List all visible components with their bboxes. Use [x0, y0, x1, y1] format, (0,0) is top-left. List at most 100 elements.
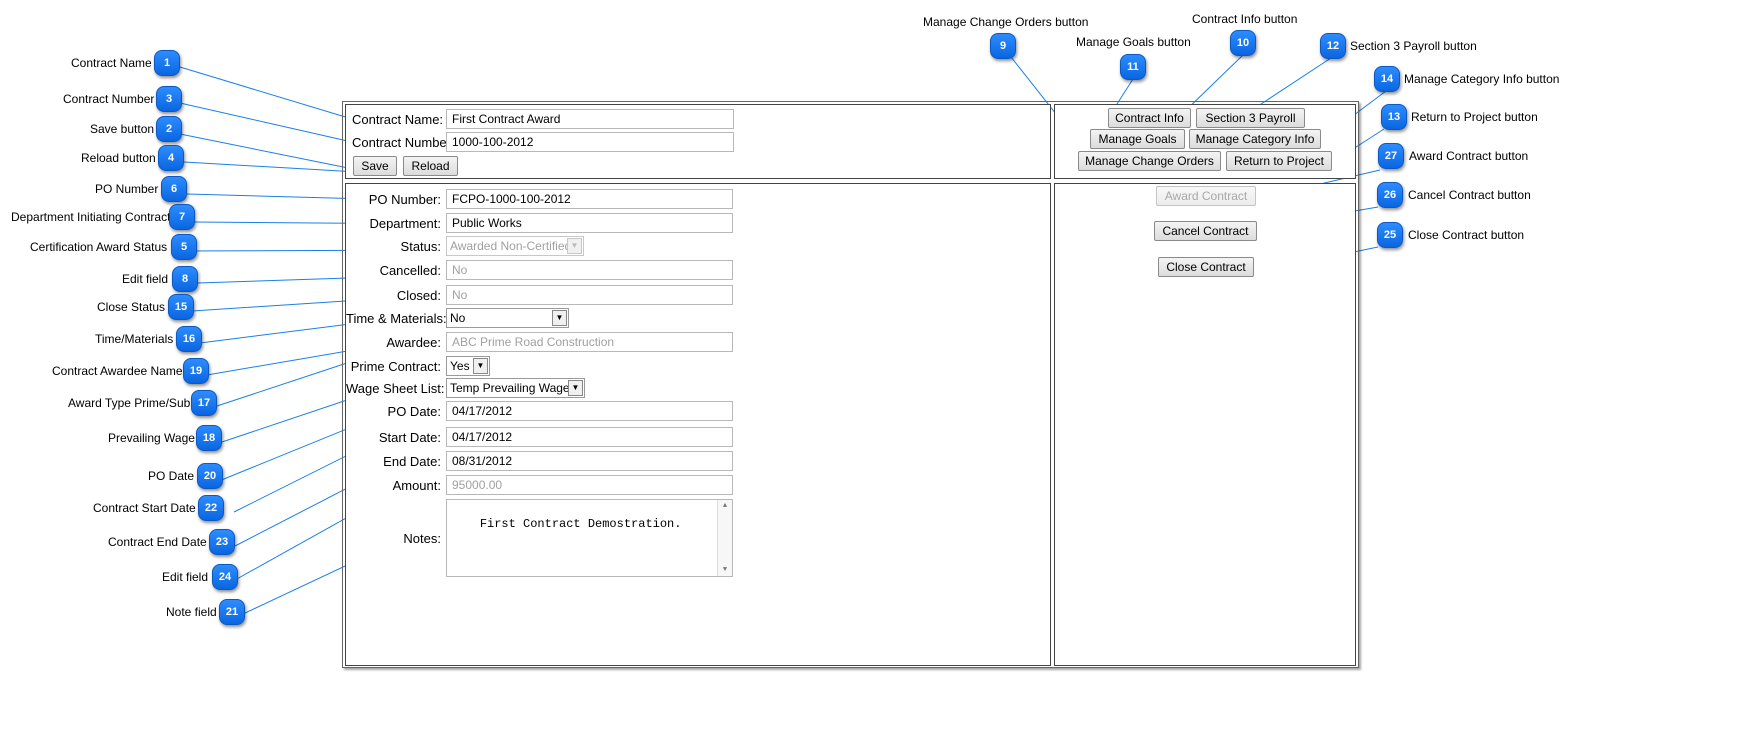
amount-field: 95000.00: [446, 475, 733, 495]
annotation-badge-15: 15: [168, 294, 194, 320]
amount-label: Amount:: [392, 478, 441, 493]
annotation-badge-1: 1: [154, 50, 180, 76]
scroll-down-icon[interactable]: ▼: [718, 566, 732, 574]
annotation-badge-25: 25: [1377, 222, 1403, 248]
manage-change-orders-button[interactable]: Manage Change Orders: [1078, 151, 1221, 171]
contract-actions-panel: Award Contract Cancel Contract Close Con…: [1054, 183, 1356, 666]
annotation-badge-11: 11: [1120, 54, 1146, 80]
annotation-label-start-date: Contract Start Date: [93, 501, 196, 515]
annotation-label-prevailing-wage: Prevailing Wage: [108, 431, 195, 445]
annotation-label-cert-status: Certification Award Status: [30, 240, 168, 254]
annotation-label-contract-info: Contract Info button: [1192, 12, 1298, 26]
contract-header-panel: Contract Name: First Contract Award Cont…: [345, 104, 1051, 179]
annotation-label-po-number: PO Number: [95, 182, 159, 196]
annotation-badge-27: 27: [1378, 143, 1404, 169]
po-number-field[interactable]: FCPO-1000-100-2012: [446, 189, 733, 209]
wage-sheet-label: Wage Sheet List:: [346, 381, 445, 396]
annotation-badge-23: 23: [209, 529, 235, 555]
annotation-label-manage-goals: Manage Goals button: [1076, 35, 1191, 49]
chevron-down-icon: ▼: [567, 238, 582, 254]
return-to-project-button[interactable]: Return to Project: [1226, 151, 1332, 171]
save-button[interactable]: Save: [353, 156, 397, 176]
close-contract-button[interactable]: Close Contract: [1158, 257, 1254, 277]
notes-textarea[interactable]: First Contract Demostration. ▲ ▼: [446, 499, 733, 577]
annotation-badge-3: 3: [156, 86, 182, 112]
annotation-badge-21: 21: [219, 599, 245, 625]
annotation-label-time-materials: Time/Materials: [95, 332, 174, 346]
wage-sheet-select-value: Temp Prevailing Wage: [450, 381, 570, 395]
annotation-badge-7: 7: [169, 204, 195, 230]
notes-scrollbar[interactable]: ▲ ▼: [717, 500, 732, 576]
time-materials-label: Time & Materials:: [346, 311, 447, 326]
closed-label: Closed:: [396, 288, 441, 303]
annotation-badge-19: 19: [183, 358, 209, 384]
scroll-up-icon[interactable]: ▲: [718, 502, 732, 510]
annotation-label-reload-button: Reload button: [81, 151, 156, 165]
annotation-badge-2: 2: [156, 116, 182, 142]
start-date-field[interactable]: 04/17/2012: [446, 427, 733, 447]
award-contract-button: Award Contract: [1156, 186, 1256, 206]
end-date-field[interactable]: 08/31/2012: [446, 451, 733, 471]
status-select-value: Awarded Non-Certified: [450, 239, 572, 253]
chevron-down-icon[interactable]: ▼: [552, 310, 567, 326]
section3-payroll-button[interactable]: Section 3 Payroll: [1196, 108, 1305, 128]
annotation-badge-26: 26: [1377, 182, 1403, 208]
time-materials-select[interactable]: No ▼: [446, 308, 569, 328]
contract-details-panel: PO Number: FCPO-1000-100-2012 Department…: [345, 183, 1051, 666]
annotation-label-awardee-name: Contract Awardee Name: [52, 364, 183, 378]
annotation-label-close-status: Close Status: [97, 300, 166, 314]
annotation-label-edit-field-8: Edit field: [122, 272, 169, 286]
contract-number-field[interactable]: 1000-100-2012: [446, 132, 734, 152]
contract-name-field[interactable]: First Contract Award: [446, 109, 734, 129]
annotation-label-return-project: Return to Project button: [1411, 110, 1538, 124]
annotation-badge-17: 17: [191, 390, 217, 416]
reload-button[interactable]: Reload: [403, 156, 458, 176]
po-number-label: PO Number:: [368, 192, 441, 207]
annotation-label-end-date: Contract End Date: [108, 535, 207, 549]
annotation-label-note-field: Note field: [166, 605, 217, 619]
cancelled-field: No: [446, 260, 733, 280]
contract-name-label: Contract Name:: [352, 112, 444, 127]
prime-contract-label: Prime Contract:: [350, 359, 441, 374]
manage-goals-button[interactable]: Manage Goals: [1090, 129, 1185, 149]
department-label: Department:: [369, 216, 441, 231]
annotation-badge-12: 12: [1320, 33, 1346, 59]
annotation-label-contract-name: Contract Name: [71, 56, 152, 70]
annotation-label-cancel-contract: Cancel Contract button: [1408, 188, 1531, 202]
start-date-label: Start Date:: [378, 430, 441, 445]
manage-category-info-button[interactable]: Manage Category Info: [1189, 129, 1321, 149]
notes-label: Notes:: [403, 531, 441, 546]
cancel-contract-button[interactable]: Cancel Contract: [1154, 221, 1257, 241]
department-field[interactable]: Public Works: [446, 213, 733, 233]
prime-contract-select[interactable]: Yes ▼: [446, 356, 490, 376]
wage-sheet-select[interactable]: Temp Prevailing Wage ▼: [446, 378, 585, 398]
annotation-badge-4: 4: [158, 145, 184, 171]
po-date-field[interactable]: 04/17/2012: [446, 401, 733, 421]
annotation-label-edit-field-24: Edit field: [162, 570, 209, 584]
annotation-badge-8: 8: [172, 266, 198, 292]
contract-info-button[interactable]: Contract Info: [1108, 108, 1191, 128]
end-date-label: End Date:: [383, 454, 441, 469]
annotation-label-save-button: Save button: [90, 122, 155, 136]
annotation-badge-16: 16: [176, 326, 202, 352]
annotation-badge-5: 5: [171, 234, 197, 260]
awardee-field: ABC Prime Road Construction: [446, 332, 733, 352]
closed-field: No: [446, 285, 733, 305]
po-date-label: PO Date:: [387, 404, 441, 419]
notes-text: First Contract Demostration.: [479, 517, 682, 531]
annotation-label-award-type: Award Type Prime/Sub: [68, 396, 191, 410]
chevron-down-icon[interactable]: ▼: [568, 380, 583, 396]
annotation-badge-18: 18: [196, 425, 222, 451]
annotation-label-section3: Section 3 Payroll button: [1350, 39, 1477, 53]
annotation-label-award-contract: Award Contract button: [1409, 149, 1529, 163]
annotation-badge-10: 10: [1230, 30, 1256, 56]
status-label: Status:: [400, 239, 441, 254]
annotation-badge-6: 6: [161, 176, 187, 202]
annotation-label-po-date: PO Date: [148, 469, 195, 483]
annotation-badge-24: 24: [212, 564, 238, 590]
time-materials-select-value: No: [450, 311, 466, 325]
annotation-badge-14: 14: [1374, 66, 1400, 92]
chevron-down-icon[interactable]: ▼: [473, 358, 488, 374]
contract-number-label: Contract Number:: [352, 135, 455, 150]
annotation-label-department: Department Initiating Contract: [11, 210, 171, 224]
